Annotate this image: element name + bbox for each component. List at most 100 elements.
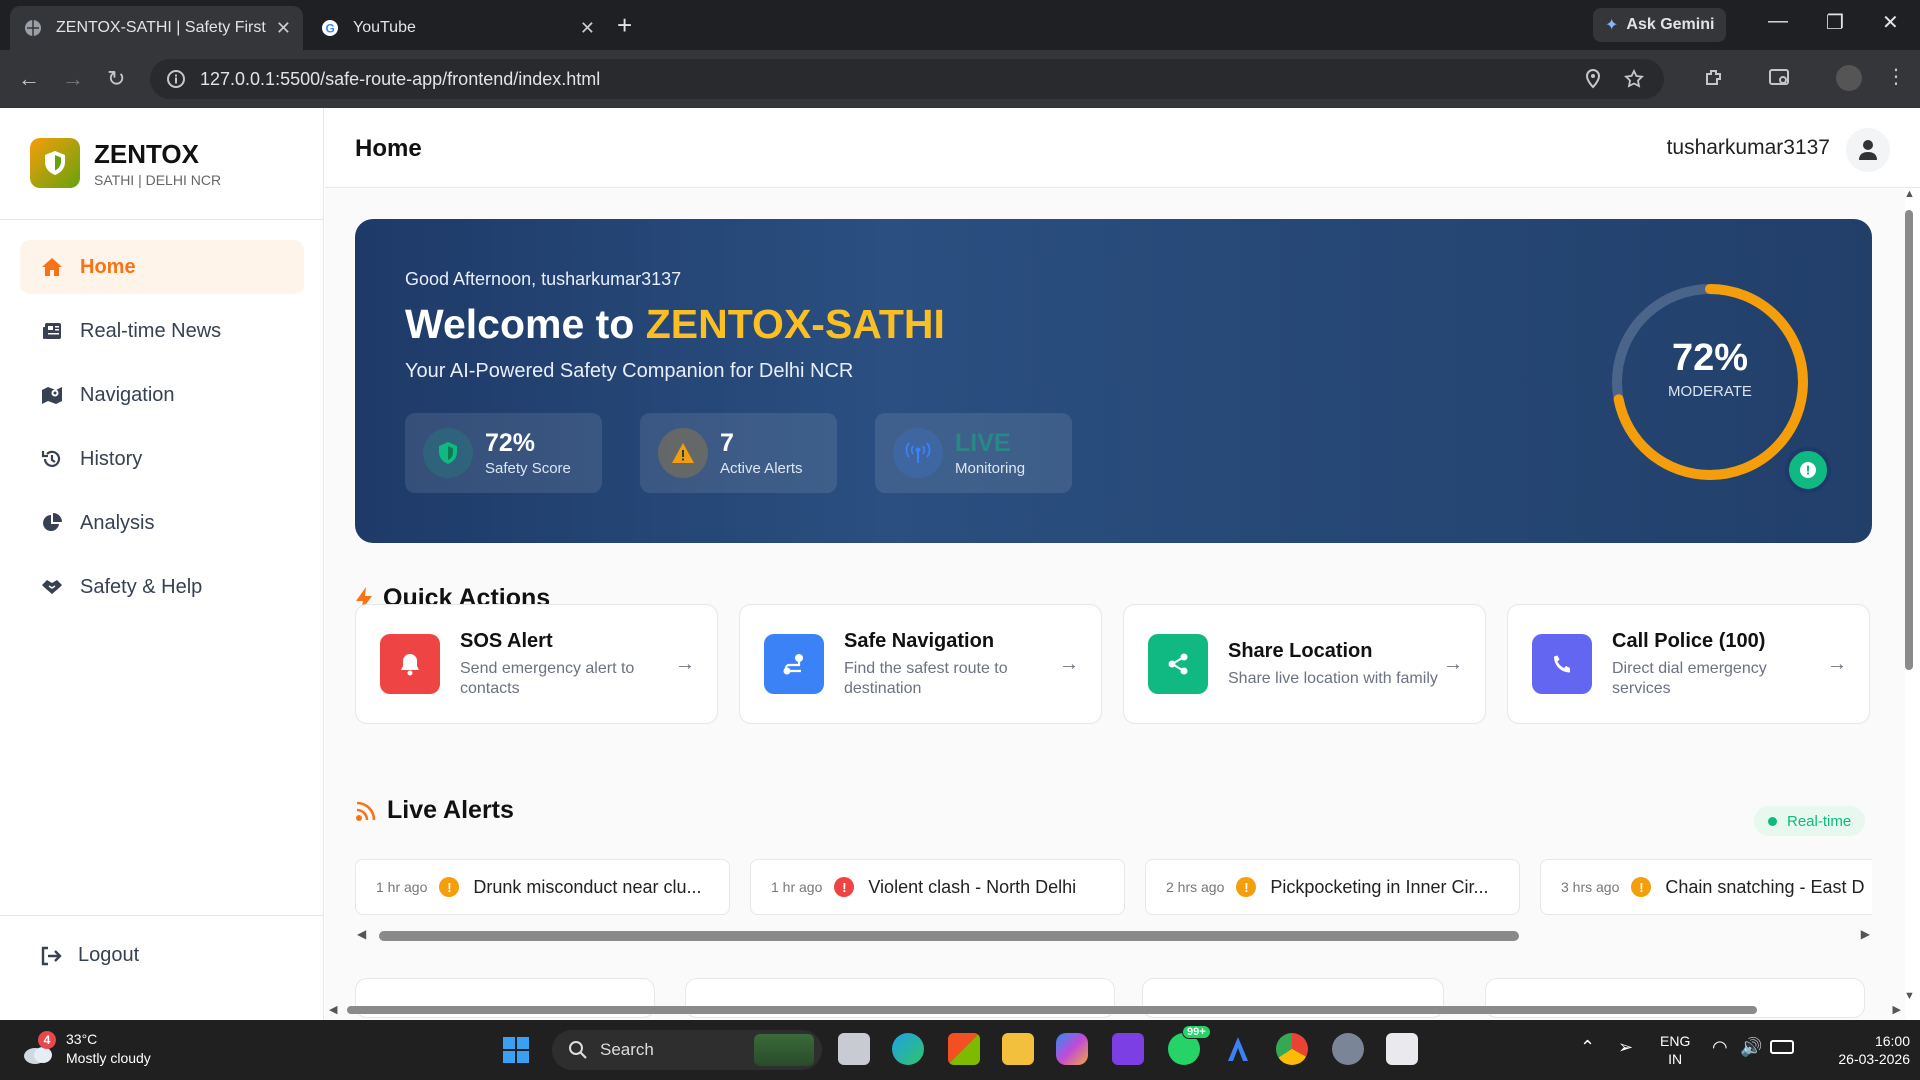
file-explorer-icon[interactable]: [1002, 1033, 1034, 1065]
minimize-icon[interactable]: —: [1768, 10, 1788, 33]
scroll-left-icon[interactable]: ◀: [357, 927, 366, 941]
stat-label: Active Alerts: [720, 460, 803, 477]
settings-gear-icon[interactable]: [1332, 1033, 1364, 1065]
date: 26-03-2026: [1838, 1051, 1910, 1067]
username[interactable]: tusharkumar3137: [1667, 136, 1830, 160]
location-pin-icon[interactable]: [1584, 69, 1602, 89]
scrollbar-thumb[interactable]: [347, 1006, 1757, 1014]
chevron-up-icon[interactable]: ⌃: [1580, 1038, 1595, 1056]
top-bar: Home tusharkumar3137: [325, 108, 1920, 188]
clock[interactable]: 16:00 26-03-2026: [1820, 1032, 1910, 1068]
sidebar-item-analysis[interactable]: Analysis: [20, 496, 304, 550]
sidebar-item-safety-help[interactable]: Safety & Help: [20, 560, 304, 614]
task-view-icon[interactable]: [838, 1033, 870, 1065]
user-avatar[interactable]: [1846, 128, 1890, 172]
weather-badge: 4: [38, 1031, 56, 1049]
ask-gemini-button[interactable]: ✦ Ask Gemini: [1593, 8, 1727, 42]
brand[interactable]: ZENTOX SATHI | DELHI NCR: [30, 138, 221, 188]
scroll-left-icon[interactable]: ◀: [329, 1003, 337, 1016]
welcome-prefix: Welcome to: [405, 301, 646, 347]
sidebar-item-navigation[interactable]: Navigation: [20, 368, 304, 422]
alert-item[interactable]: 1 hr ago ! Drunk misconduct near clu...: [355, 859, 730, 915]
sos-alert-card[interactable]: SOS Alert Send emergency alert to contact…: [355, 604, 718, 724]
forward-icon[interactable]: →: [62, 66, 84, 92]
browser-tab-active[interactable]: ZENTOX-SATHI | Safety First ✕: [10, 6, 303, 50]
route-icon: [764, 634, 824, 694]
weather-condition: Mostly cloudy: [66, 1050, 151, 1066]
arrow-right-icon: →: [1443, 653, 1463, 675]
search-highlight-image: [754, 1034, 814, 1066]
alert-item[interactable]: 3 hrs ago ! Chain snatching - East D: [1540, 859, 1872, 915]
card-description: Send emergency alert to contacts: [460, 659, 635, 697]
sidebar: ZENTOX SATHI | DELHI NCR Home Real-time …: [0, 108, 324, 1020]
extensions-icon[interactable]: [1703, 67, 1725, 89]
alert-item[interactable]: 2 hrs ago ! Pickpocketing in Inner Cir..…: [1145, 859, 1520, 915]
kebab-menu-icon[interactable]: ⋮: [1886, 64, 1906, 89]
profile-avatar[interactable]: [1836, 65, 1862, 91]
new-tab-button[interactable]: +: [617, 10, 632, 41]
sidebar-item-label: History: [80, 447, 143, 470]
bookmark-star-icon[interactable]: [1624, 69, 1644, 89]
alerts-strip: 1 hr ago ! Drunk misconduct near clu... …: [355, 859, 1872, 915]
windows-taskbar: 4 33°C Mostly cloudy Search 99+ ⌃ ➢ ENG IN…: [0, 1020, 1920, 1080]
scroll-right-icon[interactable]: ▶: [1861, 927, 1870, 941]
send-icon[interactable]: ➢: [1618, 1038, 1633, 1056]
page-horizontal-scrollbar[interactable]: ◀ ▶: [325, 1003, 1905, 1017]
scroll-right-icon[interactable]: ▶: [1893, 1003, 1901, 1016]
share-location-card[interactable]: Share Location Share live location with f…: [1123, 604, 1486, 724]
region: IN: [1668, 1051, 1683, 1067]
cast-icon[interactable]: [1768, 67, 1792, 89]
store-icon[interactable]: [948, 1033, 980, 1065]
url-bar[interactable]: 127.0.0.1:5500/safe-route-app/frontend/i…: [150, 59, 1664, 99]
reload-icon[interactable]: ↻: [107, 66, 125, 92]
copilot-icon[interactable]: [1056, 1033, 1088, 1065]
close-window-icon[interactable]: ✕: [1882, 10, 1899, 35]
close-tab-icon[interactable]: ✕: [580, 18, 595, 39]
url-text: 127.0.0.1:5500/safe-route-app/frontend/i…: [200, 68, 601, 89]
alerts-horizontal-scrollbar[interactable]: ◀ ▶: [355, 927, 1872, 943]
sidebar-item-history[interactable]: History: [20, 432, 304, 486]
weather-widget[interactable]: 4 33°C Mostly cloudy: [22, 1030, 151, 1068]
scrollbar-thumb[interactable]: [1905, 210, 1913, 670]
taskbar-search[interactable]: Search: [552, 1030, 822, 1070]
cloud-icon: 4: [22, 1031, 56, 1065]
site-info-icon[interactable]: [166, 69, 186, 89]
browser-tab-youtube[interactable]: G YouTube ✕: [307, 6, 607, 50]
chrome-icon[interactable]: [1276, 1033, 1308, 1065]
gauge-value: 72%: [1671, 337, 1749, 379]
sidebar-menu: Home Real-time News Navigation History A…: [20, 240, 304, 624]
edge-icon[interactable]: [892, 1033, 924, 1065]
language: ENG: [1660, 1033, 1691, 1049]
close-tab-icon[interactable]: ✕: [276, 18, 291, 39]
whatsapp-icon[interactable]: 99+: [1168, 1025, 1211, 1065]
call-police-card[interactable]: Call Police (100) Direct dial emergency s…: [1507, 604, 1870, 724]
alert-title: Chain snatching - East D: [1665, 876, 1865, 897]
page-vertical-scrollbar[interactable]: ▲ ▼: [1902, 188, 1916, 1002]
alert-item[interactable]: 1 hr ago ! Violent clash - North Delhi: [750, 859, 1125, 915]
scroll-up-icon[interactable]: ▲: [1904, 188, 1915, 200]
restore-icon[interactable]: ❐: [1826, 10, 1844, 35]
sidebar-item-home[interactable]: Home: [20, 240, 304, 294]
arrow-right-icon: →: [1059, 653, 1079, 675]
safe-navigation-card[interactable]: Safe Navigation Find the safest route to …: [739, 604, 1102, 724]
sidebar-item-realtime-news[interactable]: Real-time News: [20, 304, 304, 358]
scroll-down-icon[interactable]: ▼: [1904, 990, 1915, 1002]
volume-icon[interactable]: 🔊: [1740, 1038, 1762, 1056]
app-icon[interactable]: [1112, 1033, 1144, 1065]
tab-title: YouTube: [353, 19, 416, 36]
search-icon: [569, 1041, 587, 1059]
scrollbar-thumb[interactable]: [379, 931, 1519, 941]
warning-icon: [658, 428, 708, 478]
shield-logo-icon: [30, 138, 80, 188]
wifi-icon[interactable]: ◠: [1712, 1038, 1728, 1056]
info-alert-icon[interactable]: [1785, 447, 1831, 493]
language-indicator[interactable]: ENG IN: [1660, 1032, 1690, 1068]
divider: [0, 915, 324, 916]
snipping-tool-icon[interactable]: [1386, 1033, 1418, 1065]
logout-button[interactable]: Logout: [40, 944, 139, 967]
stat-value: LIVE: [955, 429, 1011, 457]
back-icon[interactable]: ←: [18, 66, 40, 92]
vpn-app-icon[interactable]: [1222, 1033, 1254, 1065]
windows-start-icon[interactable]: [502, 1036, 530, 1064]
battery-icon[interactable]: [1770, 1040, 1794, 1054]
